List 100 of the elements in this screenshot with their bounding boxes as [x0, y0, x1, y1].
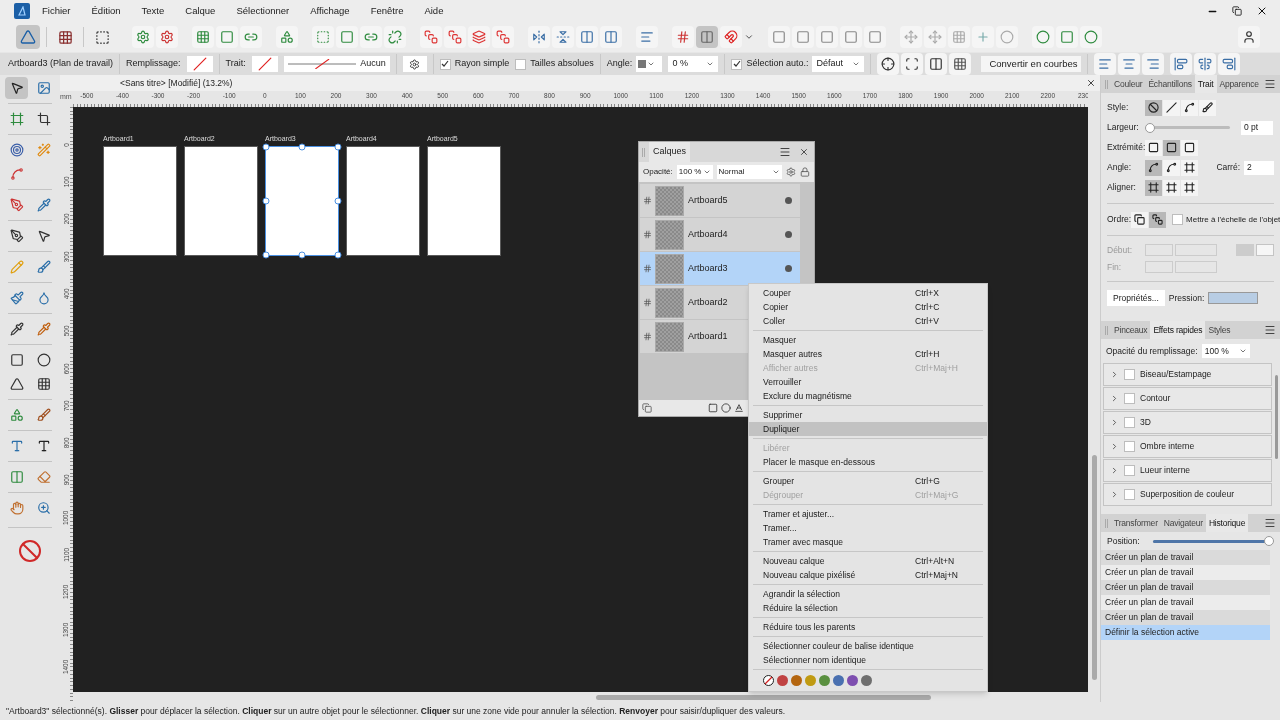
panel-tab[interactable]: Historique: [1205, 514, 1249, 532]
menu-item[interactable]: Tramer...: [749, 521, 987, 535]
menu-item[interactable]: Exclure du magnétisme: [749, 389, 987, 403]
properties-button[interactable]: Propriétés...: [1107, 290, 1165, 306]
menu-item[interactable]: Calque: [185, 3, 216, 19]
shortcut-label: Ctrl+Alt+N: [915, 554, 956, 568]
shortcut-label: Ctrl+X: [915, 286, 940, 300]
stroke-label: Trait:: [225, 57, 246, 71]
style-label: Style:: [1107, 101, 1130, 114]
layer-name: Artboard1: [688, 329, 728, 343]
panel-tab[interactable]: Échantillons: [1145, 75, 1195, 93]
layer-row[interactable]: Artboard4: [640, 218, 800, 251]
menu-item[interactable]: Fichier: [42, 3, 71, 19]
position-label: Position:: [1107, 534, 1140, 548]
shortcut-label: Ctrl+Maj+G: [915, 488, 960, 502]
checkbox-label: Sélection auto.:: [746, 57, 809, 71]
selection-mode-dropdown[interactable]: Défaut: [812, 56, 865, 72]
history-item[interactable]: Créer un plan de travail: [1101, 595, 1270, 610]
menu-item[interactable]: Nouveau calque pixélisé Ctrl+Maj+N: [749, 568, 987, 582]
panel-tab[interactable]: Pinceaux: [1111, 321, 1151, 339]
fill-opacity-label: Opacité du remplissage:: [1106, 344, 1198, 358]
menu-item[interactable]: Placer le masque en-dessous: [749, 455, 987, 469]
opacity-label: Opacité:: [643, 166, 673, 178]
blend-mode-dropdown[interactable]: Normal: [716, 165, 783, 179]
menu-item[interactable]: Affichage: [310, 3, 350, 19]
menu-item[interactable]: Sélectionner couleur de balise identique: [749, 639, 987, 653]
history-item[interactable]: Créer un plan de travail: [1101, 565, 1270, 580]
checkbox-label: Tailles absolues: [530, 57, 594, 71]
menu-item[interactable]: Réduire tous les parents: [749, 620, 987, 634]
menu-item[interactable]: Texte: [141, 3, 165, 19]
order-label: Ordre:: [1107, 213, 1132, 226]
end-label: Fin:: [1107, 260, 1123, 274]
selection-label: Artboard3 (Plan de travail): [8, 57, 114, 71]
menu-item[interactable]: Tramer et ajuster...: [749, 507, 987, 521]
history-item[interactable]: Créer un plan de travail: [1101, 610, 1270, 625]
panel-tab[interactable]: Calques: [649, 142, 691, 162]
menu-item[interactable]: Verrouiller: [749, 375, 987, 389]
history-item[interactable]: Définir la sélection active: [1101, 625, 1270, 640]
miter-field[interactable]: 2: [1244, 160, 1274, 175]
effect-label: Contour: [1140, 392, 1171, 405]
effect-row[interactable]: 3D: [1103, 411, 1272, 434]
start-label: Début:: [1107, 243, 1134, 257]
history-item[interactable]: Créer un plan de travail: [1101, 550, 1270, 565]
shortcut-label: Ctrl+V: [915, 314, 940, 328]
join-label: Angle:: [1107, 161, 1133, 174]
checkbox-label: Mettre à l'échelle de l'objet: [1186, 213, 1280, 226]
document-tab[interactable]: <Sans titre> [Modifié] (13.2%): [120, 76, 233, 90]
width-field[interactable]: 0 pt: [1241, 120, 1273, 135]
menu-item[interactable]: Agrandir la sélection: [749, 587, 987, 601]
layer-row[interactable]: Artboard3: [640, 252, 800, 285]
effect-row[interactable]: Contour: [1103, 387, 1272, 410]
effect-row[interactable]: Ombre interne: [1103, 435, 1272, 458]
fill-opacity-dropdown[interactable]: 100 %: [1201, 344, 1250, 358]
layer-row[interactable]: Artboard5: [640, 184, 800, 217]
angle-field[interactable]: 0 %: [668, 56, 719, 72]
menu-item[interactable]: Aide: [424, 3, 444, 19]
panel-tab[interactable]: Styles: [1205, 321, 1234, 339]
effect-label: Biseau/Estampage: [1140, 368, 1212, 381]
panel-tab[interactable]: Effets rapides: [1150, 321, 1206, 339]
history-item[interactable]: Créer un plan de travail: [1101, 580, 1270, 595]
layer-name: Artboard2: [688, 295, 728, 309]
convert-to-curves-button[interactable]: Convertir en courbes: [981, 56, 1082, 72]
effect-label: Superposition de couleur: [1140, 488, 1235, 501]
effect-row[interactable]: Superposition de couleur: [1103, 483, 1272, 506]
menu-item[interactable]: Grouper Ctrl+G: [749, 474, 987, 488]
effect-label: Lueur interne: [1140, 464, 1191, 477]
menu-item[interactable]: Édition: [91, 3, 121, 19]
layer-name: Artboard4: [688, 227, 728, 241]
miter-label: Carré:: [1216, 161, 1240, 174]
shortcut-label: Ctrl+Maj+H: [915, 361, 959, 375]
fill-label: Remplissage:: [126, 57, 181, 71]
opacity-dropdown[interactable]: 100 %: [676, 165, 713, 179]
checkbox-label: Rayon simple: [454, 57, 510, 71]
shortcut-label: Ctrl+H: [915, 347, 941, 361]
pressure-label: Pression:: [1168, 291, 1205, 305]
angle-label: Angle:: [606, 57, 633, 71]
effect-row[interactable]: Biseau/Estampage: [1103, 363, 1272, 386]
stroke-style-dropdown[interactable]: Aucun: [283, 56, 390, 72]
panel-tab[interactable]: Navigateur: [1160, 514, 1206, 532]
align-label: Aligner:: [1107, 181, 1137, 194]
menu-item[interactable]: Nouveau calque Ctrl+Alt+N: [749, 554, 987, 568]
effect-row[interactable]: Lueur interne: [1103, 459, 1272, 482]
menu-item[interactable]: Fenêtre: [370, 3, 404, 19]
width-label: Largeur:: [1107, 121, 1140, 134]
shortcut-label: Ctrl+G: [915, 474, 941, 488]
cap-label: Extrémité:: [1107, 141, 1145, 154]
menu-item[interactable]: Tramer avec masque: [749, 535, 987, 549]
panel-tab[interactable]: Trait: [1194, 75, 1217, 93]
menu-item[interactable]: Réduire la sélection: [749, 601, 987, 615]
effect-label: 3D: [1140, 416, 1151, 429]
shortcut-label: Ctrl+Maj+N: [915, 568, 959, 582]
menu-item[interactable]: Sélectionner nom identique: [749, 653, 987, 667]
menu-item[interactable]: Supprimer: [749, 408, 987, 422]
layer-name: Artboard3: [688, 261, 728, 275]
panel-tab[interactable]: Couleur: [1111, 75, 1146, 93]
panel-tab[interactable]: Apparence: [1216, 75, 1262, 93]
effect-label: Ombre interne: [1140, 440, 1195, 453]
menu-item[interactable]: Sélectionner: [236, 3, 290, 19]
menu-item[interactable]: Dupliquer: [749, 422, 987, 436]
panel-tab[interactable]: Transformer: [1111, 514, 1161, 532]
